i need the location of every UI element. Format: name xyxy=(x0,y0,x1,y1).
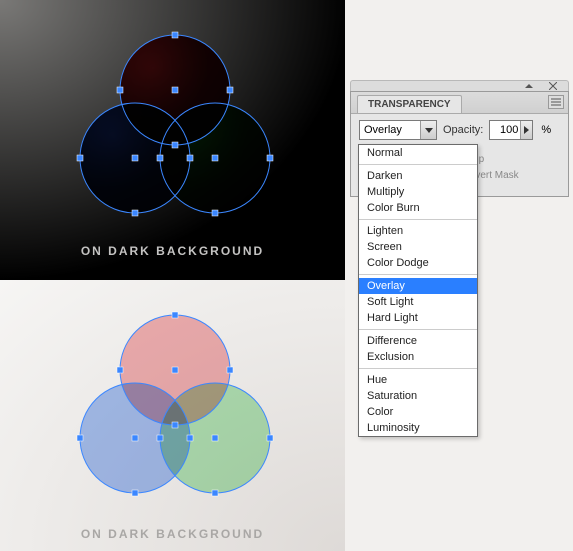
separator xyxy=(359,274,477,275)
blend-mode-dropdown-button[interactable] xyxy=(420,121,436,139)
opacity-unit: % xyxy=(541,124,551,136)
blend-option-saturation[interactable]: Saturation xyxy=(359,388,477,404)
light-background-stage: ON DARK BACKGROUND xyxy=(0,280,345,551)
blend-option-hue[interactable]: Hue xyxy=(359,372,477,388)
blend-option-luminosity[interactable]: Luminosity xyxy=(359,420,477,436)
blend-option-hard-light[interactable]: Hard Light xyxy=(359,310,477,326)
separator xyxy=(359,329,477,330)
dark-stage-caption: ON DARK BACKGROUND xyxy=(0,244,345,258)
tab-transparency[interactable]: TRANSPARENCY xyxy=(357,95,462,113)
panel-tabbar: TRANSPARENCY xyxy=(351,92,568,114)
venn-diagram-dark xyxy=(60,30,290,230)
blend-mode-dropdown[interactable]: Normal DarkenMultiplyColor Burn LightenScr… xyxy=(358,144,478,437)
blend-option-overlay[interactable]: Overlay xyxy=(359,278,477,294)
chevron-down-icon xyxy=(425,128,433,133)
opacity-label: Opacity: xyxy=(443,124,483,136)
chevron-right-icon xyxy=(524,126,529,134)
blend-option-color-burn[interactable]: Color Burn xyxy=(359,200,477,216)
blend-mode-field[interactable] xyxy=(360,121,420,139)
panel-topbar xyxy=(350,80,569,91)
separator xyxy=(359,368,477,369)
blend-option-lighten[interactable]: Lighten xyxy=(359,223,477,239)
blend-option-multiply[interactable]: Multiply xyxy=(359,184,477,200)
panel-menu-button[interactable] xyxy=(548,95,564,109)
blend-option-color[interactable]: Color xyxy=(359,404,477,420)
blend-option-soft-light[interactable]: Soft Light xyxy=(359,294,477,310)
opacity-slider-button[interactable] xyxy=(520,121,532,139)
blend-option-darken[interactable]: Darken xyxy=(359,168,477,184)
blend-option-screen[interactable]: Screen xyxy=(359,239,477,255)
separator xyxy=(359,164,477,165)
panel-close-button[interactable] xyxy=(542,83,564,90)
blend-mode-select[interactable] xyxy=(359,120,437,140)
blend-option-normal[interactable]: Normal xyxy=(359,145,477,161)
dark-background-stage: ON DARK BACKGROUND xyxy=(0,0,345,280)
panel-collapse-button[interactable] xyxy=(518,83,540,90)
separator xyxy=(359,219,477,220)
venn-diagram-light xyxy=(60,310,290,510)
opacity-field[interactable] xyxy=(489,120,533,140)
blend-option-color-dodge[interactable]: Color Dodge xyxy=(359,255,477,271)
blend-option-exclusion[interactable]: Exclusion xyxy=(359,349,477,365)
blend-option-difference[interactable]: Difference xyxy=(359,333,477,349)
light-stage-caption: ON DARK BACKGROUND xyxy=(0,527,345,541)
opacity-input[interactable] xyxy=(490,124,520,136)
